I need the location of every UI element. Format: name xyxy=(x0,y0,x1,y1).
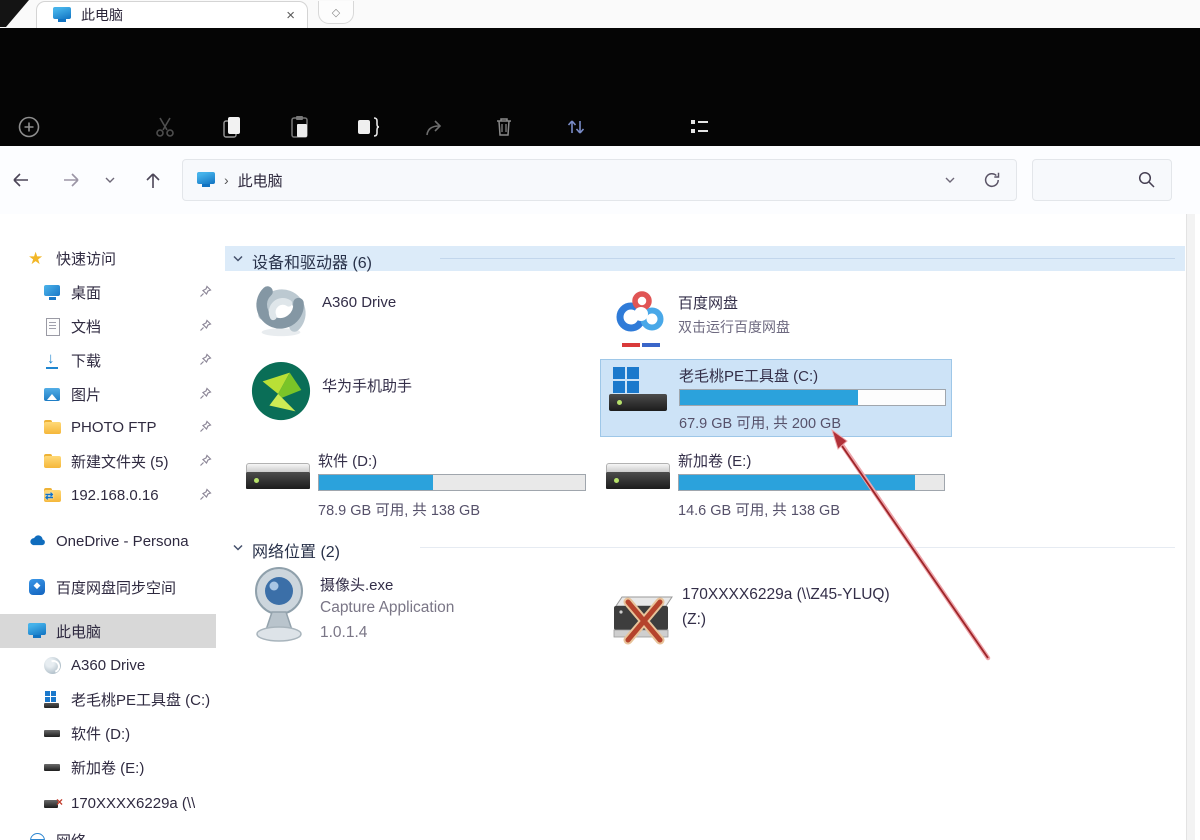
cut-icon[interactable] xyxy=(152,114,178,140)
sidebar-item-pictures[interactable]: 图片 xyxy=(0,377,225,411)
file-explorer-window: 此电脑 × ◇ › 此电脑 ★ 快速访问 桌面 文档 ↓ 下载 图片 PHOTO… xyxy=(0,0,1200,840)
breadcrumb-chevron-icon: › xyxy=(224,172,229,188)
baidu-sync-icon xyxy=(28,578,47,597)
sort-icon[interactable] xyxy=(563,114,589,140)
address-dropdown-chevron-icon[interactable] xyxy=(944,175,956,185)
capacity-bar xyxy=(678,474,945,491)
copy-icon[interactable] xyxy=(219,114,245,140)
sidebar-item-a360-drive[interactable]: A360 Drive xyxy=(0,648,225,682)
section-divider xyxy=(420,547,1175,548)
tab-bar: 此电脑 × ◇ xyxy=(0,0,1200,28)
tab-title: 此电脑 xyxy=(81,7,123,23)
search-icon xyxy=(1138,171,1155,188)
search-input[interactable] xyxy=(1032,159,1172,201)
recent-locations-chevron-icon[interactable] xyxy=(104,175,116,185)
sidebar-item-onedrive[interactable]: OneDrive - Persona xyxy=(0,524,225,558)
section-divider xyxy=(440,258,1175,259)
items-view: 设备和驱动器 (6) A360 Drive 百度网盘 双击运行百度网盘 华为手机… xyxy=(225,214,1195,840)
webcam-icon xyxy=(255,567,303,642)
navigation-bar: › 此电脑 xyxy=(0,146,1200,214)
huawei-phone-assistant-icon xyxy=(251,361,311,421)
capacity-bar xyxy=(679,389,946,406)
forward-icon[interactable] xyxy=(60,169,82,191)
new-item-icon[interactable] xyxy=(16,114,42,140)
capacity-bar-fill xyxy=(679,475,915,490)
baidu-underline-blue xyxy=(642,343,660,347)
sidebar-item-downloads[interactable]: 下载 xyxy=(0,343,225,377)
baidu-netdisk-icon xyxy=(616,291,664,332)
collapse-chevron-icon[interactable] xyxy=(232,542,244,553)
capacity-bar-fill xyxy=(680,390,858,405)
network-drive-icon xyxy=(43,794,63,813)
folder-icon xyxy=(43,418,62,437)
network-globe-icon xyxy=(28,831,47,840)
desktop-icon xyxy=(43,283,62,302)
sidebar-item-drive-e[interactable]: 新加卷 (E:) xyxy=(0,750,225,784)
close-tab-icon[interactable]: × xyxy=(286,8,295,23)
capacity-bar-fill xyxy=(319,475,434,490)
pin-icon xyxy=(200,488,212,500)
sidebar-item-network[interactable]: 网络 xyxy=(0,823,225,840)
sidebar-item-baidu-sync[interactable]: 百度网盘同步空间 xyxy=(0,570,225,604)
pictures-icon xyxy=(43,385,62,404)
windows-logo-icon xyxy=(613,367,639,393)
pin-icon xyxy=(200,319,212,331)
hard-drive-icon xyxy=(246,463,310,489)
section-title-drives[interactable]: 设备和驱动器 (6) xyxy=(252,249,372,273)
share-icon[interactable] xyxy=(423,114,449,140)
baidu-underline-red xyxy=(622,343,640,347)
pin-icon xyxy=(200,353,212,365)
folder-sync-icon: ⇄ xyxy=(43,486,62,505)
rename-icon[interactable] xyxy=(355,114,381,140)
pin-icon xyxy=(200,387,212,399)
sidebar-item-this-pc[interactable]: 此电脑 xyxy=(0,614,216,648)
pin-icon xyxy=(200,285,212,297)
new-tab-button[interactable]: ◇ xyxy=(318,1,354,24)
hard-drive-icon xyxy=(43,724,62,743)
document-icon xyxy=(43,317,62,336)
delete-icon[interactable] xyxy=(491,114,517,140)
address-bar[interactable]: › 此电脑 xyxy=(182,159,1017,201)
command-toolbar xyxy=(0,28,1200,146)
pin-icon xyxy=(200,420,212,432)
network-drive-disconnected-icon xyxy=(613,596,673,645)
sidebar-item-drive-d[interactable]: 软件 (D:) xyxy=(0,716,225,750)
refresh-icon[interactable] xyxy=(982,170,1002,190)
navigation-pane: 快速访问 桌面 文档 下载 图片 PHOTO FTP xyxy=(0,214,225,840)
onedrive-cloud-icon xyxy=(28,532,47,551)
sidebar-item-desktop[interactable]: 桌面 xyxy=(0,275,225,309)
tab-this-pc[interactable]: 此电脑 × xyxy=(36,1,308,28)
star-icon xyxy=(28,249,47,268)
computer-icon xyxy=(53,7,71,23)
view-icon[interactable] xyxy=(687,114,713,140)
hard-drive-icon xyxy=(606,463,670,489)
sidebar-item-photo-ftp[interactable]: PHOTO FTP xyxy=(0,410,225,444)
sidebar-item-new-folder[interactable]: 新建文件夹 (5) xyxy=(0,444,225,478)
paste-icon[interactable] xyxy=(287,114,313,140)
sidebar-item-quick-access[interactable]: 快速访问 xyxy=(0,241,225,275)
capacity-bar xyxy=(318,474,586,491)
pin-icon xyxy=(200,454,212,466)
vertical-scrollbar[interactable] xyxy=(1186,214,1195,840)
computer-icon xyxy=(28,622,47,641)
a360-drive-icon xyxy=(43,656,62,675)
a360-drive-icon xyxy=(256,286,306,337)
folder-icon xyxy=(43,452,62,471)
hard-drive-icon xyxy=(609,394,667,411)
collapse-chevron-icon[interactable] xyxy=(232,253,244,264)
sidebar-item-network-address[interactable]: ⇄ 192.168.0.16 xyxy=(0,478,225,512)
item-drive-c-selected[interactable]: 老毛桃PE工具盘 (C:) 67.9 GB 可用, 共 200 GB xyxy=(600,359,952,437)
section-title-network-locations[interactable]: 网络位置 (2) xyxy=(252,538,340,562)
windows-drive-icon xyxy=(43,690,62,709)
breadcrumb[interactable]: 此电脑 xyxy=(238,170,283,191)
hard-drive-icon xyxy=(43,758,62,777)
computer-icon xyxy=(197,172,215,188)
sidebar-item-drive-c[interactable]: 老毛桃PE工具盘 (C:) xyxy=(0,682,225,716)
up-icon[interactable] xyxy=(142,169,164,191)
sidebar-item-documents[interactable]: 文档 xyxy=(0,309,225,343)
back-icon[interactable] xyxy=(10,169,32,191)
download-icon xyxy=(43,350,62,370)
sidebar-item-network-drive[interactable]: 170XXXX6229a (\\ xyxy=(0,786,225,820)
sync-arrows-icon: ⇄ xyxy=(45,490,54,502)
